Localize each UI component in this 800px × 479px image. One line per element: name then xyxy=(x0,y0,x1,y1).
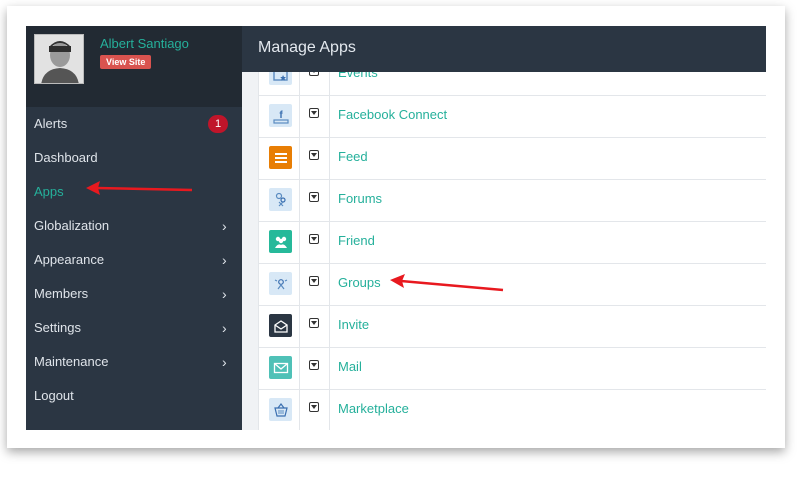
app-name-link[interactable]: Marketplace xyxy=(338,401,409,416)
app-icon-cell xyxy=(258,347,300,389)
sidebar-item-label: Alerts xyxy=(34,116,68,131)
dropdown-toggle-icon[interactable] xyxy=(309,108,319,118)
toggle-cell xyxy=(300,72,330,95)
annotation-arrow-apps xyxy=(86,181,193,195)
sidebar-item-logout[interactable]: Logout xyxy=(26,379,242,413)
toggle-cell xyxy=(300,137,330,179)
mail-icon xyxy=(269,356,292,379)
list-item: Forums xyxy=(258,179,766,222)
toggle-cell xyxy=(300,347,330,389)
page-title: Manage Apps xyxy=(258,39,356,56)
sidebar-item-label: Appearance xyxy=(34,252,105,267)
feed-icon xyxy=(269,146,292,169)
list-item: f Facebook Connect xyxy=(258,95,766,138)
groups-icon xyxy=(269,272,292,295)
app-name-link[interactable]: Mail xyxy=(338,359,362,374)
list-item: Groups xyxy=(258,263,766,306)
app-icon-cell xyxy=(258,221,300,263)
app-icon-cell xyxy=(258,179,300,221)
chevron-right-icon: › xyxy=(222,320,227,336)
sidebar-item-label: Maintenance xyxy=(34,354,109,369)
dropdown-toggle-icon[interactable] xyxy=(309,72,319,76)
toggle-cell xyxy=(300,263,330,305)
app-name-link[interactable]: Facebook Connect xyxy=(338,107,447,122)
chevron-right-icon: › xyxy=(222,218,227,234)
chevron-right-icon: › xyxy=(222,252,227,268)
toggle-cell xyxy=(300,179,330,221)
toggle-cell xyxy=(300,305,330,347)
list-item: Friend xyxy=(258,221,766,264)
app-icon-cell xyxy=(258,263,300,305)
sidebar-menu: Alerts 1 Dashboard Apps Globalization › … xyxy=(26,107,242,413)
app-name-link[interactable]: Forums xyxy=(338,191,382,206)
chevron-right-icon: › xyxy=(222,286,227,302)
toggle-cell xyxy=(300,95,330,137)
dropdown-toggle-icon[interactable] xyxy=(309,318,319,328)
list-item: Marketplace xyxy=(258,389,766,430)
friend-icon xyxy=(269,230,292,253)
list-item: Invite xyxy=(258,305,766,348)
app-icon-cell xyxy=(258,389,300,430)
app-name-link[interactable]: Groups xyxy=(338,275,381,290)
dropdown-toggle-icon[interactable] xyxy=(309,360,319,370)
app-name-link[interactable]: Friend xyxy=(338,233,375,248)
list-item: Mail xyxy=(258,347,766,390)
sidebar-item-label: Members xyxy=(34,286,89,301)
events-icon xyxy=(269,72,292,85)
avatar[interactable] xyxy=(34,34,84,84)
sidebar-item-label: Settings xyxy=(34,320,81,335)
sidebar-item-label: Dashboard xyxy=(34,150,98,165)
dropdown-toggle-icon[interactable] xyxy=(309,192,319,202)
dropdown-toggle-icon[interactable] xyxy=(309,402,319,412)
app-name-link[interactable]: Events xyxy=(338,72,378,80)
sidebar-item-globalization[interactable]: Globalization › xyxy=(26,209,242,243)
content-gutter xyxy=(242,72,258,430)
sidebar-item-settings[interactable]: Settings › xyxy=(26,311,242,345)
alerts-count-badge: 1 xyxy=(208,115,228,133)
facebook-icon: f xyxy=(269,104,292,127)
app-icon-cell xyxy=(258,72,300,95)
apps-list: Events f Facebook Connect Feed Forums Fr… xyxy=(242,72,766,430)
user-name-link[interactable]: Albert Santiago xyxy=(100,36,189,51)
annotation-arrow-groups xyxy=(390,274,504,292)
svg-text:f: f xyxy=(279,110,283,121)
dropdown-toggle-icon[interactable] xyxy=(309,234,319,244)
chevron-right-icon: › xyxy=(222,354,227,370)
app-icon-cell xyxy=(258,305,300,347)
app-icon-cell xyxy=(258,137,300,179)
app-name-link[interactable]: Feed xyxy=(338,149,368,164)
list-item: Feed xyxy=(258,137,766,180)
toggle-cell xyxy=(300,389,330,430)
sidebar: Albert Santiago View Site Alerts 1 Dashb… xyxy=(26,26,242,430)
sidebar-item-label: Globalization xyxy=(34,218,110,233)
app-name-link[interactable]: Invite xyxy=(338,317,369,332)
view-site-button[interactable]: View Site xyxy=(100,55,152,69)
sidebar-item-label: Apps xyxy=(34,184,64,199)
sidebar-item-maintenance[interactable]: Maintenance › xyxy=(26,345,242,379)
sidebar-item-appearance[interactable]: Appearance › xyxy=(26,243,242,277)
list-item: Events xyxy=(258,72,766,96)
invite-icon xyxy=(269,314,292,337)
sidebar-item-dashboard[interactable]: Dashboard xyxy=(26,141,242,175)
toggle-cell xyxy=(300,221,330,263)
page-header: Manage Apps xyxy=(242,26,766,72)
profile-panel: Albert Santiago View Site xyxy=(26,26,242,107)
sidebar-item-alerts[interactable]: Alerts 1 xyxy=(26,107,242,141)
sidebar-item-label: Logout xyxy=(34,388,74,403)
dropdown-toggle-icon[interactable] xyxy=(309,150,319,160)
app-icon-cell: f xyxy=(258,95,300,137)
marketplace-icon xyxy=(269,398,292,421)
sidebar-item-members[interactable]: Members › xyxy=(26,277,242,311)
dropdown-toggle-icon[interactable] xyxy=(309,276,319,286)
forums-icon xyxy=(269,188,292,211)
